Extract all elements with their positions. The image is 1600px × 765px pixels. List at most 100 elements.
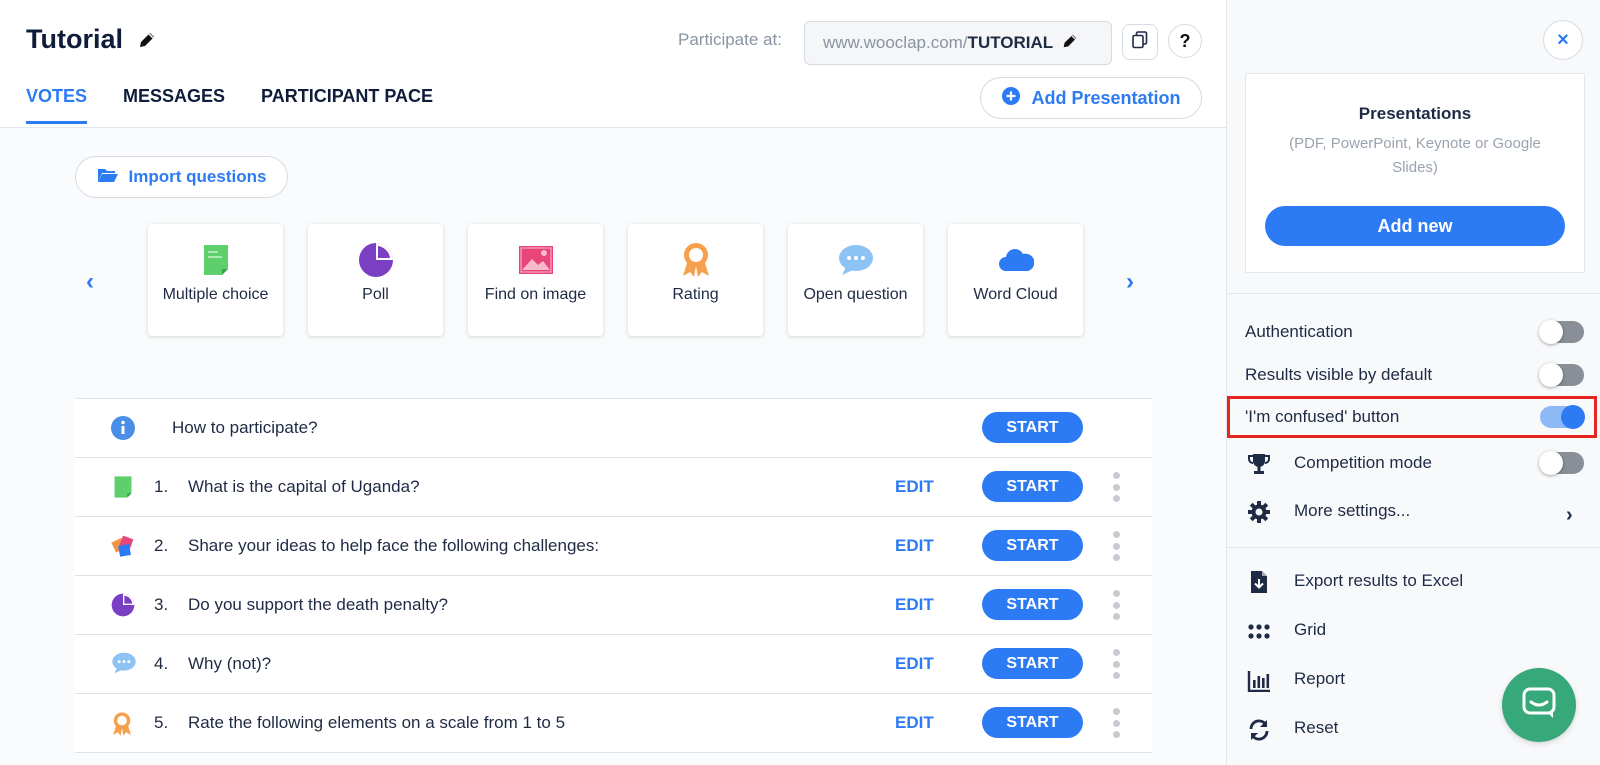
question-type-label: Find on image xyxy=(484,286,587,303)
competition-mode-toggle[interactable] xyxy=(1539,451,1584,475)
question-list: How to participate? START 1. What is the… xyxy=(75,398,1152,753)
trophy-icon xyxy=(1247,452,1271,476)
tab-participant-pace[interactable]: PARTICIPANT PACE xyxy=(261,86,433,124)
question-type-rating[interactable]: Rating xyxy=(628,224,763,336)
cloud-icon xyxy=(998,242,1034,278)
edit-button[interactable]: EDIT xyxy=(895,595,934,615)
tab-divider xyxy=(0,127,1226,128)
reset-action[interactable]: Reset xyxy=(1294,718,1338,738)
edit-title-pencil-icon[interactable] xyxy=(137,30,157,50)
authentication-toggle[interactable] xyxy=(1539,320,1584,344)
copy-icon xyxy=(1132,30,1148,54)
export-results-action[interactable]: Export results to Excel xyxy=(1294,571,1463,591)
question-type-label: Poll xyxy=(362,286,389,303)
question-number: 5. xyxy=(154,713,169,732)
url-code: TUTORIAL xyxy=(967,33,1054,52)
edit-button[interactable]: EDIT xyxy=(895,654,934,674)
start-button[interactable]: START xyxy=(982,648,1083,679)
question-row[interactable]: 4. Why (not)? EDIT START xyxy=(75,635,1152,694)
start-button[interactable]: START xyxy=(982,530,1083,561)
question-text: What is the capital of Uganda? xyxy=(188,477,420,496)
url-prefix: www.wooclap.com/ xyxy=(823,33,968,52)
start-button[interactable]: START xyxy=(982,589,1083,620)
edit-button[interactable]: EDIT xyxy=(895,477,934,497)
multiple-choice-icon xyxy=(111,475,135,499)
results-visible-toggle[interactable] xyxy=(1539,363,1584,387)
report-icon xyxy=(1247,669,1271,693)
question-type-label: Open question xyxy=(803,286,908,303)
presentations-subtitle: (PDF, PowerPoint, Keynote or Google Slid… xyxy=(1289,135,1541,176)
info-icon xyxy=(111,416,135,440)
carousel-prev-chevron-icon[interactable]: ‹ xyxy=(86,268,94,296)
grid-action[interactable]: Grid xyxy=(1294,620,1326,640)
report-action[interactable]: Report xyxy=(1294,669,1345,689)
speech-bubble-icon xyxy=(838,242,874,278)
speech-bubble-icon xyxy=(111,652,136,676)
question-type-open-question[interactable]: Open question xyxy=(788,224,923,336)
question-row[interactable]: 5. Rate the following elements on a scal… xyxy=(75,694,1152,753)
rating-icon xyxy=(680,242,712,278)
question-text: Do you support the death penalty? xyxy=(188,595,448,614)
plus-circle-icon xyxy=(1001,86,1021,111)
setting-competition-mode-label: Competition mode xyxy=(1294,453,1432,472)
more-options-kebab-icon[interactable] xyxy=(1112,708,1120,738)
more-settings-chevron-icon[interactable]: › xyxy=(1566,504,1573,527)
question-text: Share your ideas to help face the follow… xyxy=(188,536,600,555)
add-new-presentation-button[interactable]: Add new xyxy=(1265,206,1565,246)
more-options-kebab-icon[interactable] xyxy=(1112,531,1120,561)
question-type-poll[interactable]: Poll xyxy=(308,224,443,336)
panel-divider xyxy=(1226,293,1600,294)
presentations-card: Presentations (PDF, PowerPoint, Keynote … xyxy=(1245,73,1585,273)
question-row[interactable]: 2. Share your ideas to help face the fol… xyxy=(75,517,1152,576)
tab-votes[interactable]: VOTES xyxy=(26,86,88,124)
question-number: 3. xyxy=(154,595,169,614)
tab-bar: VOTES MESSAGES PARTICIPANT PACE xyxy=(26,86,433,124)
import-questions-label: Import questions xyxy=(128,167,267,186)
question-type-label: Multiple choice xyxy=(162,286,269,303)
question-type-label: Rating xyxy=(672,286,719,303)
chat-support-button[interactable] xyxy=(1502,668,1576,742)
question-row[interactable]: 3. Do you support the death penalty? EDI… xyxy=(75,576,1152,635)
edit-button[interactable]: EDIT xyxy=(895,713,934,733)
edit-button[interactable]: EDIT xyxy=(895,536,934,556)
folder-icon xyxy=(97,167,119,188)
setting-results-visible-label: Results visible by default xyxy=(1245,365,1433,384)
poll-icon xyxy=(111,593,135,617)
gear-icon xyxy=(1247,500,1271,524)
tab-messages[interactable]: MESSAGES xyxy=(123,86,225,124)
question-number: 2. xyxy=(154,536,169,555)
more-options-kebab-icon[interactable] xyxy=(1112,472,1120,502)
more-options-kebab-icon[interactable] xyxy=(1112,649,1120,679)
more-settings-label[interactable]: More settings... xyxy=(1294,501,1410,521)
chat-icon xyxy=(1522,687,1556,724)
start-button[interactable]: START xyxy=(982,412,1083,443)
help-button[interactable]: ? xyxy=(1168,24,1202,58)
participation-url[interactable]: www.wooclap.com/TUTORIAL xyxy=(804,21,1112,65)
more-options-kebab-icon[interactable] xyxy=(1112,590,1120,620)
question-row[interactable]: How to participate? START xyxy=(75,399,1152,458)
reset-icon xyxy=(1247,718,1271,742)
copy-url-button[interactable] xyxy=(1122,24,1158,60)
question-type-word-cloud[interactable]: Word Cloud xyxy=(948,224,1083,336)
question-type-find-on-image[interactable]: Find on image xyxy=(468,224,603,336)
highlight-box xyxy=(1227,396,1597,438)
add-presentation-label: Add Presentation xyxy=(1031,87,1181,108)
question-number: 1. xyxy=(154,477,169,496)
start-button[interactable]: START xyxy=(982,707,1083,738)
edit-url-pencil-icon[interactable] xyxy=(1061,32,1079,55)
presentations-title: Presentations xyxy=(1358,104,1472,123)
poll-icon xyxy=(358,242,394,278)
question-text: Why (not)? xyxy=(188,654,272,673)
export-excel-icon xyxy=(1247,570,1271,594)
close-panel-button[interactable]: × xyxy=(1543,20,1583,60)
page-title: Tutorial xyxy=(26,24,157,55)
question-text: Rate the following elements on a scale f… xyxy=(188,713,566,732)
import-questions-button[interactable]: Import questions xyxy=(75,156,288,198)
add-presentation-button[interactable]: Add Presentation xyxy=(980,77,1202,119)
question-type-multiple-choice[interactable]: Multiple choice xyxy=(148,224,283,336)
start-button[interactable]: START xyxy=(982,471,1083,502)
participate-label: Participate at: xyxy=(678,30,782,49)
question-type-label: Word Cloud xyxy=(973,286,1058,303)
carousel-next-chevron-icon[interactable]: › xyxy=(1126,268,1134,296)
question-row[interactable]: 1. What is the capital of Uganda? EDIT S… xyxy=(75,458,1152,517)
